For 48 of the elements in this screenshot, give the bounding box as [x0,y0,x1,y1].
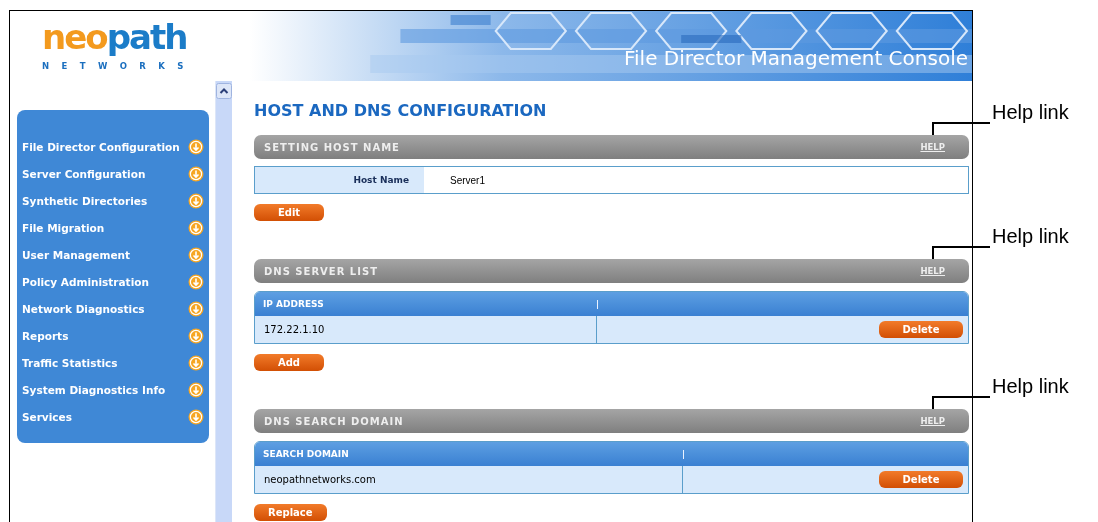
scrollbar[interactable] [215,81,232,522]
delete-button[interactable]: Delete [879,321,963,338]
menu-item[interactable]: System Diagnostics Info [22,376,204,403]
page-title: HOST AND DNS CONFIGURATION [254,101,548,122]
expand-arrow-icon [188,165,204,182]
action-button[interactable]: Edit [254,204,324,221]
expand-arrow-icon [188,300,204,317]
field-value: Server1 [449,173,485,188]
menu-item[interactable]: Policy Administration [22,268,204,295]
column-header: SEARCH DOMAIN [262,449,350,459]
expand-arrow-icon [188,192,204,209]
table-cell: neopathnetworks.com [255,466,683,493]
help-link[interactable]: HELP [920,266,945,276]
menu-item[interactable]: File Director Configuration [22,133,204,160]
table-cell: 172.22.1.10 [255,316,598,343]
scroll-up-icon[interactable] [216,83,232,99]
menu-item[interactable]: Traffic Statistics [22,349,204,376]
action-button[interactable]: Add [254,354,324,371]
logo-subtitle: NETWORKS [42,61,197,71]
expand-arrow-icon [188,246,204,263]
callout-label: Help link [992,225,1069,248]
delete-button[interactable]: Delete [879,471,963,488]
expand-arrow-icon [188,273,204,290]
section-title: DNS SEARCH DOMAIN [264,415,404,427]
logo-wordmark: neopath [42,19,188,55]
field-label: Host Name [255,167,424,193]
menu-item[interactable]: User Management [22,241,204,268]
menu-item[interactable]: Services [22,403,204,430]
menu-item[interactable]: Server Configuration [22,160,204,187]
app-title: File Director Management Console [623,46,968,70]
expand-arrow-icon [188,219,204,236]
menu-item[interactable]: Network Diagnostics [22,295,204,322]
expand-arrow-icon [188,381,204,398]
help-link[interactable]: HELP [920,416,945,426]
action-button[interactable]: Replace [254,504,327,521]
expand-arrow-icon [188,327,204,344]
expand-arrow-icon [188,408,204,425]
help-link[interactable]: HELP [920,142,945,152]
menu-item[interactable]: File Migration [22,214,204,241]
expand-arrow-icon [188,354,204,371]
callout-label: Help link [992,375,1069,398]
expand-arrow-icon [188,138,204,155]
section-title: SETTING HOST NAME [264,141,400,153]
menu-item[interactable]: Reports [22,322,204,349]
callout-label: Help link [992,101,1069,124]
menu-item[interactable]: Synthetic Directories [22,187,204,214]
section-title: DNS SERVER LIST [264,265,378,277]
column-header: IP ADDRESS [262,299,325,309]
